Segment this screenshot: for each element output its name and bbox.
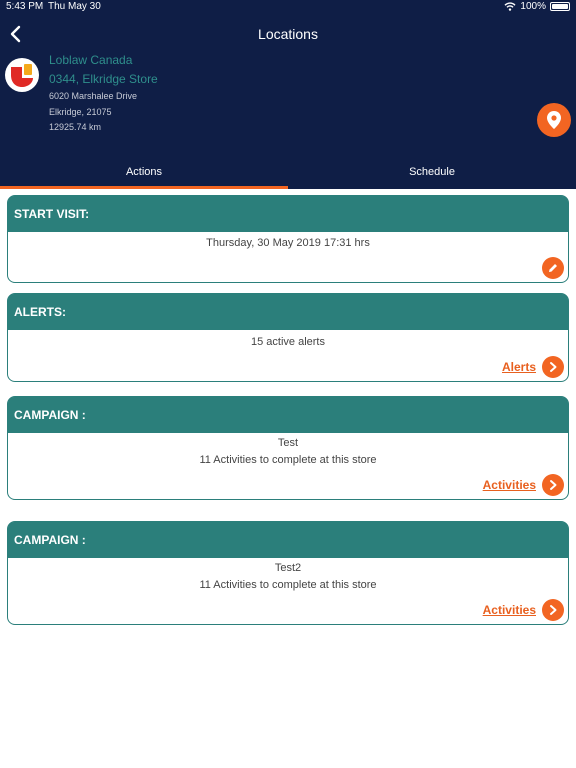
active-tab-indicator xyxy=(0,186,288,189)
app-header: 5:43 PM Thu May 30 100% Locations Loblaw… xyxy=(0,0,576,189)
store-distance: 12925.74 km xyxy=(49,122,102,132)
alerts-count: 15 active alerts xyxy=(251,336,325,348)
campaign-activities-count: 11 Activities to complete at this store xyxy=(199,454,377,466)
store-company: Loblaw Canada xyxy=(49,53,133,67)
start-visit-title: START VISIT: xyxy=(8,196,568,232)
alerts-link-button[interactable]: Alerts xyxy=(502,356,564,378)
battery-icon xyxy=(550,2,570,11)
edit-circle xyxy=(542,257,564,279)
edit-visit-button[interactable] xyxy=(542,257,564,279)
activities-go-circle[interactable] xyxy=(542,599,564,621)
activities-link-button[interactable]: Activities xyxy=(483,599,564,621)
brand-logo-icon xyxy=(6,59,38,91)
tab-actions[interactable]: Actions xyxy=(0,166,288,178)
chevron-right-icon xyxy=(550,480,557,490)
campaign-title: CAMPAIGN : xyxy=(8,522,568,558)
alerts-link[interactable]: Alerts xyxy=(502,360,536,374)
status-time: 5:43 PM xyxy=(6,1,44,12)
location-button[interactable] xyxy=(537,103,571,137)
wifi-icon xyxy=(504,2,516,11)
campaign-activities-count: 11 Activities to complete at this store xyxy=(199,579,377,591)
battery-percent: 100% xyxy=(520,1,546,12)
campaign-name: Test xyxy=(277,437,299,449)
status-indicators: 100% xyxy=(504,1,570,12)
store-address-line1: 6020 Marshalee Drive xyxy=(49,91,138,101)
campaign-title: CAMPAIGN : xyxy=(8,397,568,433)
activities-link[interactable]: Activities xyxy=(483,603,536,617)
start-visit-datetime: Thursday, 30 May 2019 17:31 hrs xyxy=(206,237,370,249)
store-logo xyxy=(5,58,39,92)
activities-link[interactable]: Activities xyxy=(483,478,536,492)
campaign-card: CAMPAIGN : Test2 11 Activities to comple… xyxy=(7,521,569,625)
activities-link-button[interactable]: Activities xyxy=(483,474,564,496)
campaign-card: CAMPAIGN : Test 11 Activities to complet… xyxy=(7,396,569,500)
start-visit-card: START VISIT: Thursday, 30 May 2019 17:31… xyxy=(7,195,569,283)
tab-schedule[interactable]: Schedule xyxy=(288,166,576,178)
alerts-card: ALERTS: 15 active alerts Alerts xyxy=(7,293,569,382)
page-title: Locations xyxy=(258,26,318,42)
alerts-go-circle[interactable] xyxy=(542,356,564,378)
store-name: 0344, Elkridge Store xyxy=(49,72,158,86)
chevron-right-icon xyxy=(550,605,557,615)
status-date: Thu May 30 xyxy=(48,1,101,12)
store-address-line2: Elkridge, 21075 xyxy=(49,107,112,117)
status-bar: 5:43 PM Thu May 30 100% xyxy=(0,0,576,14)
campaign-name: Test2 xyxy=(274,562,302,574)
chevron-right-icon xyxy=(550,362,557,372)
activities-go-circle[interactable] xyxy=(542,474,564,496)
alerts-title: ALERTS: xyxy=(8,294,568,330)
pencil-icon xyxy=(549,264,557,272)
map-pin-icon xyxy=(547,111,561,129)
